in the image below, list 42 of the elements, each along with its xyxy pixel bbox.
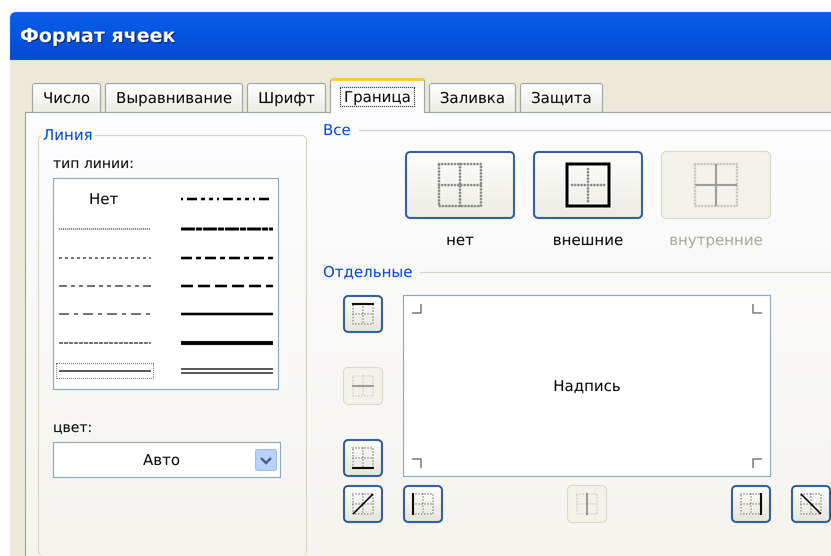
tab[interactable]: Число: [32, 83, 102, 112]
border-button[interactable]: [731, 485, 771, 523]
color-label: цвет:: [53, 420, 94, 436]
corner-mark-icon: [752, 304, 762, 314]
preset-label: нет: [446, 231, 474, 249]
line-style-option[interactable]: Нет: [57, 190, 153, 208]
border-icon: [799, 492, 823, 516]
line-style-option[interactable]: [57, 364, 153, 378]
border-preset-icon: [435, 160, 485, 210]
tab[interactable]: Шрифт: [247, 83, 326, 112]
border-button[interactable]: [343, 485, 383, 523]
window-title: Формат ячеек: [20, 25, 176, 47]
tab[interactable]: Заливка: [428, 83, 516, 112]
line-style-list[interactable]: Нет: [53, 178, 279, 390]
tab[interactable]: Защита: [520, 83, 603, 112]
tab[interactable]: Граница: [330, 78, 425, 113]
border-button[interactable]: [791, 485, 831, 523]
border-icon: [411, 492, 435, 516]
corner-mark-icon: [752, 458, 762, 468]
section-heading: Отдельные: [322, 263, 412, 281]
border-preset-icon: [563, 160, 613, 210]
border-icon: [351, 374, 375, 398]
border-icon: [575, 492, 599, 516]
section-heading: Все: [322, 121, 351, 139]
border-icon: [351, 302, 375, 326]
preview-text: Надпись: [553, 377, 621, 395]
border-button[interactable]: [403, 485, 443, 523]
border-icon: [351, 446, 375, 470]
border-icon: [739, 492, 763, 516]
border-button[interactable]: [343, 439, 383, 477]
preset-button[interactable]: [533, 151, 643, 219]
preset-label: внешние: [552, 231, 624, 249]
corner-mark-icon: [412, 458, 422, 468]
line-style-label: тип линии:: [53, 156, 135, 172]
border-icon: [351, 492, 375, 516]
color-dropdown[interactable]: Авто: [53, 442, 281, 478]
preset-label: внутренние: [669, 231, 763, 249]
border-button[interactable]: [343, 295, 383, 333]
border-preset-icon: [691, 160, 741, 210]
preset-button[interactable]: [405, 151, 515, 219]
corner-mark-icon: [412, 304, 422, 314]
tab[interactable]: Выравнивание: [105, 83, 244, 112]
